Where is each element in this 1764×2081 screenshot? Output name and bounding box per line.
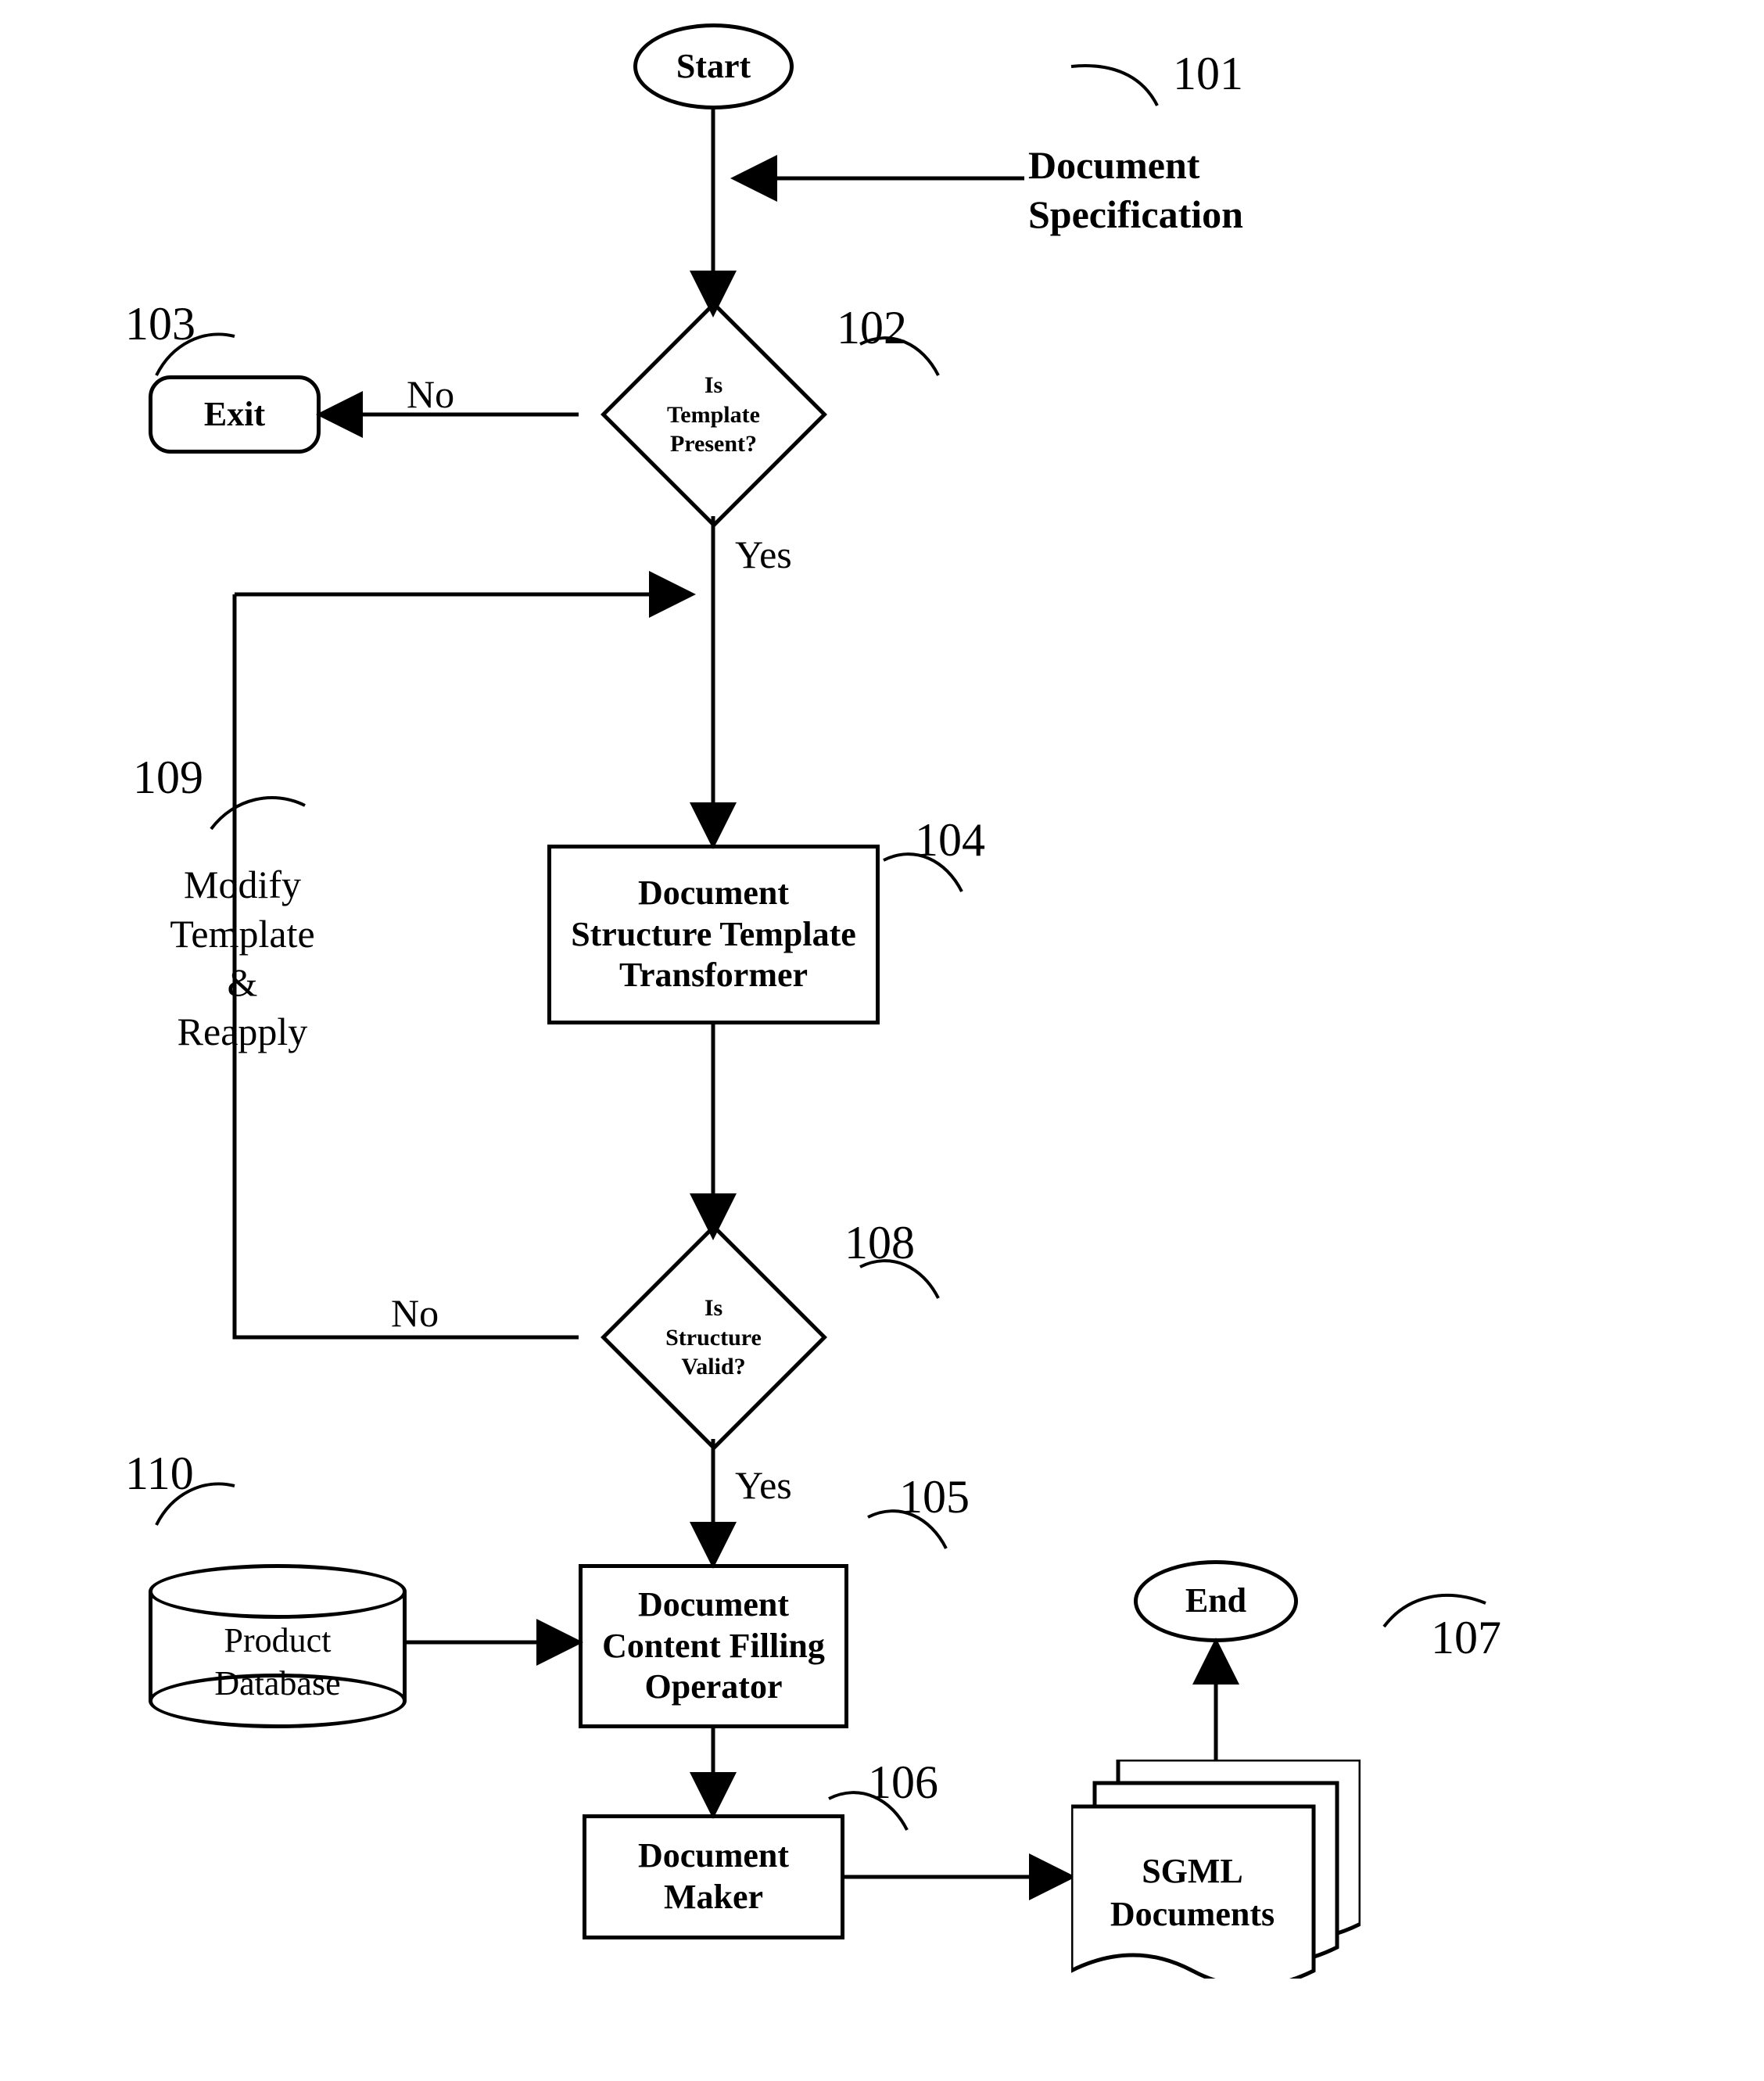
modify-l1: Modify bbox=[141, 860, 344, 910]
modify-l2: Template bbox=[141, 910, 344, 959]
start-node: Start bbox=[633, 23, 794, 109]
modify-l4: Reapply bbox=[141, 1007, 344, 1057]
product-db-l2: Database bbox=[149, 1662, 407, 1705]
ref-104: 104 bbox=[915, 813, 985, 867]
ref-105: 105 bbox=[899, 1470, 970, 1524]
exit-node: Exit bbox=[149, 375, 321, 454]
sgml-documents-node: SGML Documents bbox=[1071, 1760, 1361, 1979]
filler-l1: Document bbox=[638, 1584, 789, 1626]
maker-l1: Document bbox=[638, 1835, 789, 1877]
ref-107: 107 bbox=[1431, 1611, 1501, 1665]
edge-label-yes-2: Yes bbox=[735, 1462, 792, 1508]
decision-template-present: Is Template Present? bbox=[579, 313, 848, 516]
transformer-node: Document Structure Template Transformer bbox=[547, 845, 880, 1024]
end-node: End bbox=[1134, 1560, 1298, 1642]
ref-108: 108 bbox=[844, 1216, 915, 1270]
filler-l2: Content Filling bbox=[602, 1626, 825, 1667]
end-label: End bbox=[1185, 1580, 1246, 1622]
filler-l3: Operator bbox=[645, 1667, 783, 1708]
ref-110: 110 bbox=[125, 1447, 194, 1501]
ref-101: 101 bbox=[1173, 47, 1243, 101]
decision-valid-l1: Is bbox=[665, 1293, 762, 1323]
sgml-l1: SGML bbox=[1071, 1850, 1314, 1893]
start-label: Start bbox=[676, 46, 751, 88]
ref-102: 102 bbox=[837, 301, 907, 355]
modify-reapply-text: Modify Template & Reapply bbox=[141, 860, 344, 1056]
doc-spec-line2: Specification bbox=[1028, 190, 1243, 239]
decision-template-l1: Is bbox=[667, 371, 760, 400]
document-maker-node: Document Maker bbox=[583, 1814, 844, 1939]
decision-valid-l2: Structure bbox=[665, 1322, 762, 1352]
edge-label-no-2: No bbox=[391, 1290, 439, 1336]
decision-structure-valid: Is Structure Valid? bbox=[579, 1236, 848, 1439]
ref-109: 109 bbox=[133, 751, 203, 805]
edge-label-yes-1: Yes bbox=[735, 532, 792, 577]
product-database-node: Product Database bbox=[149, 1564, 407, 1728]
flowchart-canvas: Start Document Specification Is Template… bbox=[0, 0, 1764, 2081]
maker-l2: Maker bbox=[664, 1877, 763, 1918]
ref-103: 103 bbox=[125, 297, 195, 351]
ref-106: 106 bbox=[868, 1756, 938, 1810]
modify-l3: & bbox=[141, 958, 344, 1007]
decision-template-l3: Present? bbox=[667, 429, 760, 459]
exit-label: Exit bbox=[204, 394, 265, 436]
decision-valid-l3: Valid? bbox=[665, 1352, 762, 1382]
product-db-l1: Product bbox=[149, 1619, 407, 1662]
doc-spec-text: Document Specification bbox=[1028, 141, 1243, 239]
sgml-l2: Documents bbox=[1071, 1893, 1314, 1936]
decision-template-l2: Template bbox=[667, 400, 760, 429]
transformer-l2: Structure Template bbox=[571, 914, 856, 956]
content-filling-operator-node: Document Content Filling Operator bbox=[579, 1564, 848, 1728]
doc-spec-line1: Document bbox=[1028, 141, 1243, 190]
transformer-l1: Document bbox=[638, 873, 789, 914]
edge-label-no-1: No bbox=[407, 371, 454, 417]
transformer-l3: Transformer bbox=[619, 955, 808, 996]
